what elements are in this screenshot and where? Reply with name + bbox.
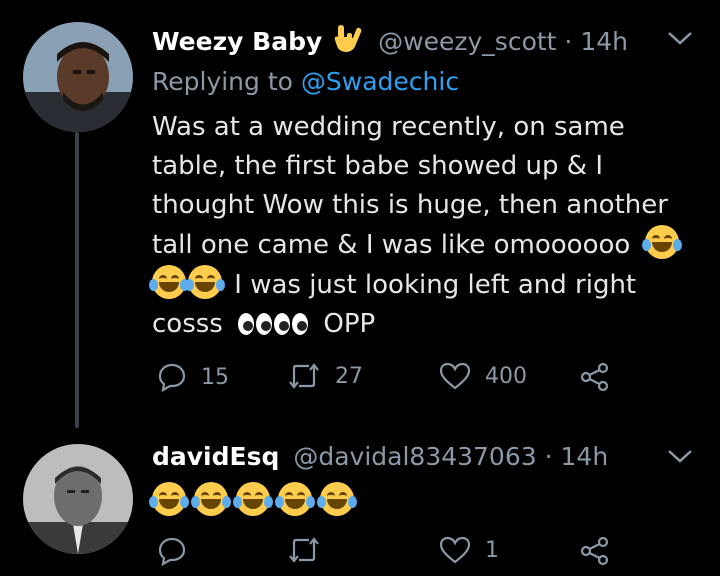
replying-to: Replying to @Swadechic	[152, 67, 459, 96]
reply-button[interactable]: 15	[157, 362, 229, 392]
share-icon	[580, 362, 610, 392]
like-icon	[439, 362, 471, 390]
tweet-line-row: I was just looking left and right	[149, 265, 697, 305]
tweet-line-row: cosss OPP	[152, 305, 697, 348]
user-handle[interactable]: @davidal83437063	[293, 442, 536, 471]
like-count: 400	[485, 363, 527, 389]
user-handle[interactable]: @weezy_scott	[378, 27, 556, 56]
laughing-emoji-icon	[191, 482, 231, 516]
reply-icon	[157, 536, 187, 566]
tweet-line: Was at a wedding recently, on same	[152, 112, 625, 142]
tweet-davidesq[interactable]: davidEsq @davidal83437063 · 14h 1	[0, 430, 720, 566]
separator-dot: ·	[544, 442, 553, 471]
display-name[interactable]: davidEsq	[152, 442, 279, 471]
tweet-actions: 15 27 400	[152, 362, 622, 402]
chevron-down-icon[interactable]	[667, 30, 693, 50]
retweet-icon	[287, 536, 321, 564]
display-name[interactable]: Weezy Baby	[152, 27, 322, 56]
tweet-weezy[interactable]: Weezy Baby @weezy_scott · 14h Replying t…	[0, 0, 720, 430]
timestamp[interactable]: 14h	[580, 27, 628, 56]
tweet-actions: 1	[152, 536, 622, 576]
tweet-line-row: tall one came & I was like omoooooo	[152, 225, 697, 265]
tweet-line: tall one came & I was like omoooooo	[152, 230, 631, 260]
reply-button[interactable]	[157, 536, 201, 566]
reply-icon	[157, 362, 187, 392]
tweet-header: Weezy Baby @weezy_scott · 14h	[152, 24, 628, 60]
retweet-count: 27	[335, 363, 363, 389]
eyes-emoji-icon	[237, 309, 273, 348]
retweet-icon	[287, 362, 321, 390]
rock-on-hand-icon	[334, 24, 362, 60]
like-icon	[439, 536, 471, 564]
retweet-button[interactable]: 27	[287, 362, 363, 390]
eyes-emoji-icon	[273, 309, 309, 348]
laughing-emoji-icon	[641, 225, 682, 259]
retweet-button[interactable]	[287, 536, 335, 564]
share-button[interactable]	[580, 536, 610, 566]
separator-dot: ·	[564, 27, 573, 56]
laughing-emoji-icon	[149, 265, 189, 299]
avatar[interactable]	[23, 444, 133, 554]
laughing-emoji-icon	[317, 482, 357, 516]
timestamp[interactable]: 14h	[561, 442, 609, 471]
tweet-text: Was at a wedding recently, on same table…	[149, 108, 697, 348]
mention-link[interactable]: @Swadechic	[301, 67, 459, 96]
like-button[interactable]: 400	[439, 362, 527, 390]
tweet-header: davidEsq @davidal83437063 · 14h	[152, 442, 608, 471]
like-button[interactable]: 1	[439, 536, 499, 564]
tweet-text	[149, 482, 357, 516]
like-count: 1	[485, 537, 499, 563]
share-button[interactable]	[580, 362, 610, 392]
replying-prefix: Replying to	[152, 67, 293, 96]
thread-line	[75, 132, 79, 428]
avatar[interactable]	[23, 22, 133, 132]
laughing-emoji-icon	[149, 482, 189, 516]
laughing-emoji-icon	[275, 482, 315, 516]
reply-count: 15	[201, 364, 229, 390]
chevron-down-icon[interactable]	[667, 448, 693, 468]
tweet-line: thought Wow this is huge, then another	[152, 190, 668, 220]
laughing-emoji-icon	[185, 265, 225, 299]
tweet-line: table, the first babe showed up & I	[152, 151, 604, 181]
tweet-line: OPP	[323, 309, 376, 339]
share-icon	[580, 536, 610, 566]
tweet-line: cosss	[152, 309, 223, 339]
laughing-emoji-icon	[233, 482, 273, 516]
tweet-line: I was just looking left and right	[234, 270, 637, 300]
